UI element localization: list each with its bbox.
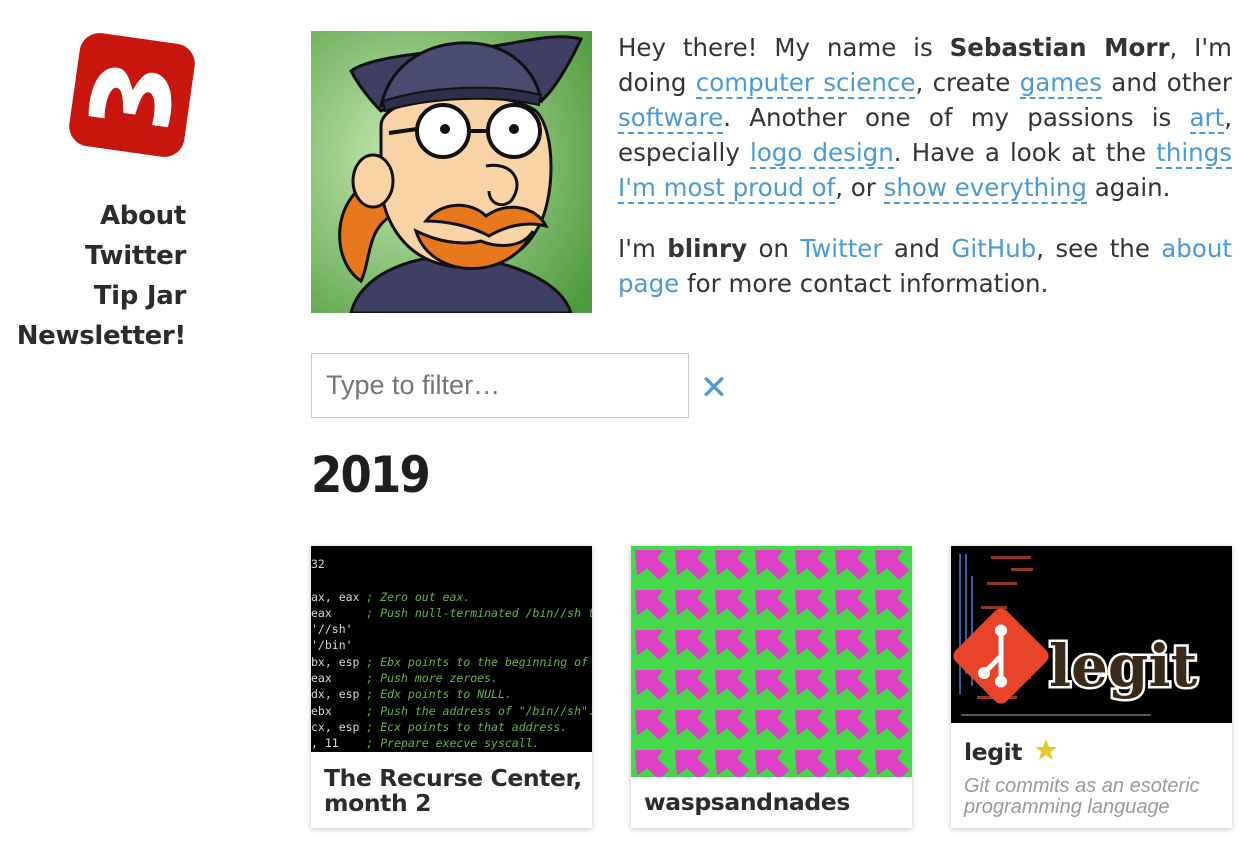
star-icon <box>1034 739 1057 760</box>
legit-thumbnail: legit <box>951 546 1232 723</box>
card-title-text: legit <box>964 738 1023 766</box>
intro-paragraph-1: Hey there! My name is Sebastian Morr, I'… <box>618 30 1233 205</box>
terminal-line: cx, esp ; Ecx points to that address. <box>311 719 592 735</box>
terminal-comment-text: ; Push more zeroes. <box>359 671 498 686</box>
terminal-code-text: '/bin' <box>311 638 353 653</box>
terminal-code-text: '//sh' <box>311 622 353 637</box>
intro-text: Hey there! My name is Sebastian Morr, I'… <box>618 30 1233 327</box>
nav-twitter[interactable]: Twitter <box>0 236 186 276</box>
terminal-line: bx, esp ; Ebx points to the beginning of… <box>311 654 592 670</box>
terminal-code-text: cx, esp <box>311 719 360 734</box>
project-card-legit[interactable]: legit legit Git commits as an esoteric p… <box>951 546 1232 828</box>
project-card-recurse-center[interactable]: 32 ax, eax ; Zero out eax. eax ; Push nul… <box>311 546 592 828</box>
intro-text-segment: again. <box>1086 173 1171 202</box>
terminal-line: , 11 ; Prepare execve syscall. <box>311 735 592 751</box>
terminal-code-text: eax <box>311 605 360 620</box>
terminal-line: ebx ; Push the address of "/bin//sh". <box>311 703 592 719</box>
terminal-code: 32 ax, eax ; Zero out eax. eax ; Push nul… <box>311 546 592 752</box>
card-title: legit <box>964 738 1058 765</box>
terminal-comment-text: ; Push the address of "/bin//sh". <box>359 703 592 718</box>
link-games[interactable]: games <box>1019 68 1102 99</box>
intro-text-segment: for more contact information. <box>679 269 1049 298</box>
terminal-code-text: ax, eax <box>311 589 360 604</box>
intro-text-segment: I'm <box>618 234 668 263</box>
avatar <box>311 31 592 313</box>
terminal-line: eax ; Push more zeroes. <box>311 670 592 686</box>
intro-text-segment: Hey there! My name is <box>618 33 950 62</box>
terminal-line: '//sh' <box>311 621 592 637</box>
site-logo[interactable] <box>68 30 196 160</box>
card-title: The Recurse Center, month 2 <box>324 764 582 817</box>
link-logo-design[interactable]: logo design <box>750 138 894 169</box>
terminal-line: '/bin' <box>311 637 592 653</box>
project-card-waspsandnades[interactable]: waspsandnades <box>631 546 912 828</box>
terminal-comment-text: ; Ebx points to the beginning of "/bin/ <box>366 654 588 669</box>
terminal-line: eax ; Push null-terminated /bin//sh to t… <box>311 605 592 621</box>
link-show-everything[interactable]: show everything <box>883 173 1087 204</box>
author-name: Sebastian Morr <box>949 33 1170 62</box>
intro-text-segment: . Another one of my passions is <box>723 103 1190 132</box>
intro-paragraph-2: I'm blinry on Twitter and GitHub, see th… <box>618 231 1232 301</box>
nav-newsletter[interactable]: Newsletter! <box>0 316 187 356</box>
year-heading: 2019 <box>311 446 431 504</box>
terminal-thumbnail: 32 ax, eax ; Zero out eax. eax ; Push nul… <box>311 546 592 752</box>
card-description: Git commits as an esoteric programming l… <box>964 775 1200 818</box>
terminal-comment-text: ; Ecx points to that address. <box>359 719 568 734</box>
link-computer-science[interactable]: computer science <box>695 68 916 99</box>
terminal-comment-text: ; Edx points to NULL. <box>359 687 512 702</box>
nav-about[interactable]: About <box>0 196 186 236</box>
link-software[interactable]: software <box>618 103 724 134</box>
terminal-code-text: 32 <box>311 557 325 571</box>
arrow-pattern-thumbnail <box>631 546 912 777</box>
link-github[interactable]: GitHub <box>951 234 1036 263</box>
terminal-code-text: dx, esp <box>311 687 360 702</box>
intro-text-segment: and <box>882 234 952 263</box>
terminal-line: dx, esp ; Edx points to NULL. <box>311 686 592 702</box>
sidebar-nav: About Twitter Tip Jar Newsletter! <box>0 196 187 356</box>
terminal-comment-text: ; Zero out eax. <box>359 589 471 604</box>
intro-text-segment: , see the <box>1036 234 1162 263</box>
terminal-comment-text: ; Push null-terminated /bin//sh to the <box>366 605 592 620</box>
filter-input[interactable] <box>311 353 689 418</box>
intro-text-segment: and other <box>1101 68 1232 97</box>
intro-text-segment: on <box>747 234 801 263</box>
terminal-code-text: , 11 <box>311 736 360 751</box>
intro-text-segment: , or <box>835 173 884 202</box>
legit-logo-text: legit <box>1049 632 1198 700</box>
nav-tip-jar[interactable]: Tip Jar <box>0 276 187 316</box>
terminal-code-text: ebx <box>311 703 360 718</box>
link-art[interactable]: art <box>1189 103 1225 134</box>
card-title: waspsandnades <box>644 788 850 816</box>
link-twitter[interactable]: Twitter <box>800 234 882 263</box>
terminal-line: 32 <box>311 556 592 572</box>
author-handle: blinry <box>667 234 748 263</box>
intro-text-segment: , create <box>915 68 1020 97</box>
intro-text-segment: . Have a look at the <box>893 138 1157 167</box>
terminal-comment-text: ; Prepare execve syscall. <box>359 736 540 751</box>
terminal-code-text: eax <box>311 671 360 686</box>
terminal-line: ax, eax ; Zero out eax. <box>311 589 592 605</box>
clear-filter-icon[interactable]: ✕ <box>698 371 730 405</box>
terminal-code-text: bx, esp <box>311 654 360 669</box>
